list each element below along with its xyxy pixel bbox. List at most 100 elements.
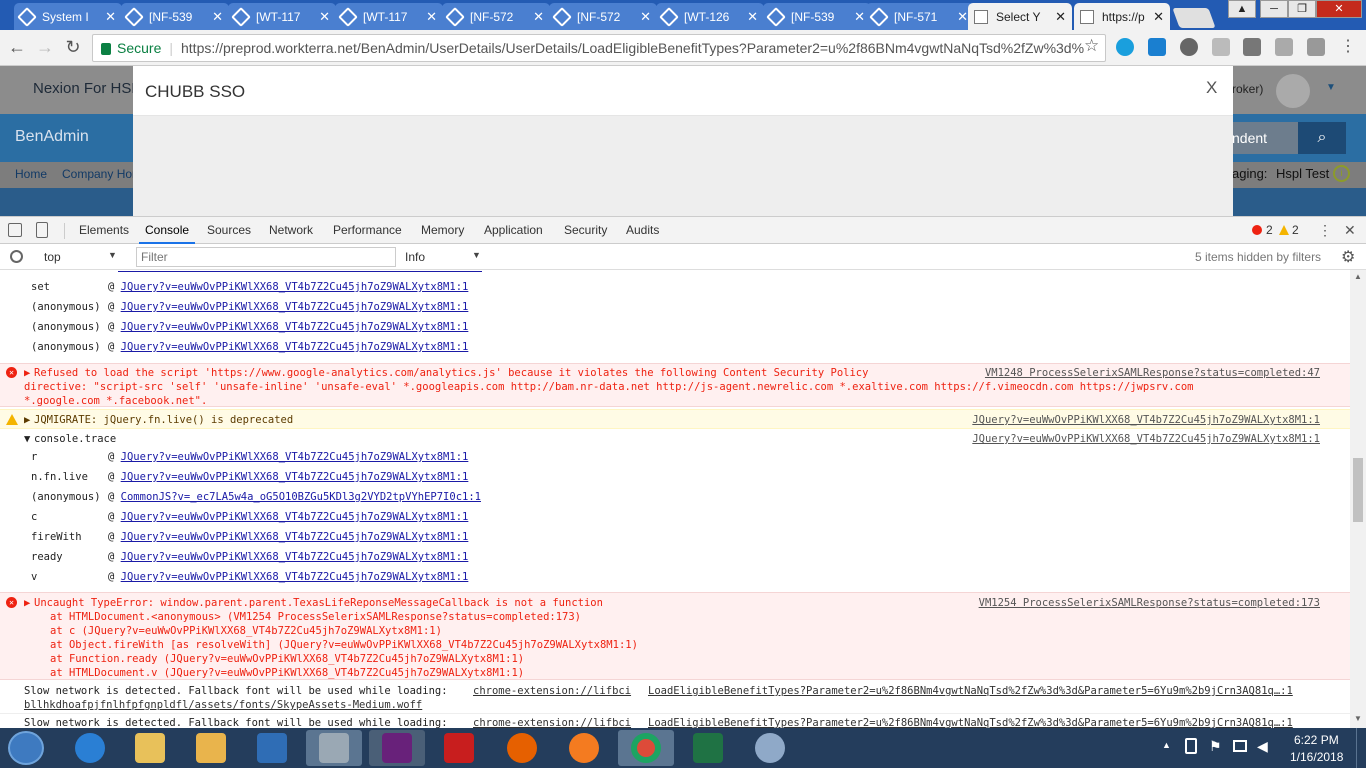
error-count[interactable]: 2 bbox=[1266, 223, 1273, 237]
volume-muted-icon[interactable]: ◀ bbox=[1257, 738, 1268, 755]
avatar[interactable] bbox=[1276, 74, 1310, 108]
modal-close-button[interactable]: X bbox=[1206, 78, 1217, 98]
source-link[interactable]: JQuery?v=euWwOvPPiKWlXX68_VT4b7Z2Cu45jh7… bbox=[121, 451, 469, 463]
tab-console[interactable]: Console bbox=[139, 217, 196, 244]
pdf-extension-icon[interactable] bbox=[1212, 38, 1230, 56]
explorer-taskbar-icon[interactable] bbox=[122, 730, 178, 766]
back-icon[interactable]: ← bbox=[6, 36, 28, 58]
source-link[interactable]: JQuery?v=euWwOvPPiKWlXX68_VT4b7Z2Cu45jh7… bbox=[121, 321, 469, 333]
level-select[interactable]: Info bbox=[405, 250, 425, 264]
device-toolbar-icon[interactable] bbox=[36, 222, 48, 238]
source-link[interactable]: JQuery?v=euWwOvPPiKWlXX68_VT4b7Z2Cu45jh7… bbox=[121, 281, 469, 293]
devtools-menu-icon[interactable]: ⋮ bbox=[1318, 222, 1332, 239]
scrollbar-thumb[interactable] bbox=[1353, 458, 1363, 522]
close-icon[interactable]: ✕ bbox=[319, 9, 330, 25]
expand-arrow-icon[interactable]: ▶ bbox=[24, 596, 30, 610]
tab-network[interactable]: Network bbox=[269, 217, 313, 244]
acrobat-taskbar-icon[interactable] bbox=[431, 730, 487, 766]
minimize-button[interactable]: ─ bbox=[1260, 0, 1288, 18]
show-desktop-button[interactable] bbox=[1356, 728, 1366, 768]
context-select[interactable]: top bbox=[44, 250, 61, 264]
search-icon[interactable]: ⌕ bbox=[1298, 122, 1346, 154]
clock-time[interactable]: 6:22 PM bbox=[1294, 733, 1339, 747]
user-icon[interactable]: ▲ bbox=[1228, 0, 1256, 18]
close-icon[interactable]: ✕ bbox=[1344, 222, 1356, 239]
skype-extension-icon[interactable] bbox=[1116, 38, 1134, 56]
chevron-down-icon[interactable]: ▼ bbox=[1326, 82, 1336, 93]
ie-taskbar-icon[interactable] bbox=[62, 730, 118, 766]
source-link[interactable]: JQuery?v=euWwOvPPiKWlXX68_VT4b7Z2Cu45jh7… bbox=[121, 301, 469, 313]
tray-expand-icon[interactable]: ▲ bbox=[1162, 740, 1171, 750]
extension-icon[interactable] bbox=[1243, 38, 1261, 56]
source-link[interactable]: JQuery?v=euWwOvPPiKWlXX68_VT4b7Z2Cu45jh7… bbox=[121, 341, 469, 353]
reload-icon[interactable]: ↻ bbox=[62, 36, 84, 58]
close-icon[interactable]: ✕ bbox=[212, 9, 223, 25]
info-icon[interactable]: i bbox=[1333, 165, 1350, 182]
tab-sources[interactable]: Sources bbox=[207, 217, 251, 244]
browser-tab-active[interactable]: Select Y ✕ bbox=[968, 3, 1072, 30]
device-tray-icon[interactable] bbox=[1185, 738, 1197, 754]
breadcrumb-company[interactable]: Company Hor bbox=[62, 167, 136, 181]
extension-icon[interactable] bbox=[1307, 38, 1325, 56]
browser-tab[interactable]: [WT-126 ✕ bbox=[656, 3, 764, 30]
close-icon[interactable]: ✕ bbox=[1153, 9, 1164, 25]
menu-kebab-icon[interactable]: ⋮ bbox=[1340, 36, 1356, 56]
extension-icon[interactable] bbox=[1275, 38, 1293, 56]
source-link[interactable]: JQuery?v=euWwOvPPiKWlXX68_VT4b7Z2Cu45jh7… bbox=[121, 471, 469, 483]
extension-icon[interactable] bbox=[1148, 38, 1166, 56]
close-icon[interactable]: ✕ bbox=[854, 9, 865, 25]
source-link[interactable]: JQuery?v=euWwOvPPiKWlXX68_VT4b7Z2Cu45jh7… bbox=[121, 511, 469, 523]
source-link[interactable]: JQuery?v=euWwOvPPiKWlXX68_VT4b7Z2Cu45jh7… bbox=[121, 551, 469, 563]
source-link[interactable]: CommonJS?v=_ec7LA5w4a_oG5O10BZGu5KDl3g2V… bbox=[121, 491, 481, 503]
warning-count[interactable]: 2 bbox=[1292, 223, 1299, 237]
error-source-link[interactable]: VM1248 ProcessSelerixSAMLResponse?status… bbox=[985, 366, 1320, 380]
forward-icon[interactable]: → bbox=[34, 36, 56, 58]
clock-date[interactable]: 1/16/2018 bbox=[1290, 750, 1343, 764]
firefox-taskbar-icon[interactable] bbox=[494, 730, 550, 766]
tab-audits[interactable]: Audits bbox=[626, 217, 659, 244]
close-window-button[interactable]: ✕ bbox=[1316, 0, 1362, 18]
chrome-taskbar-icon[interactable] bbox=[618, 730, 674, 766]
outlook-taskbar-icon[interactable] bbox=[183, 730, 239, 766]
media-player-taskbar-icon[interactable] bbox=[244, 730, 300, 766]
visual-studio-taskbar-icon[interactable] bbox=[369, 730, 425, 766]
filter-input[interactable] bbox=[136, 247, 396, 267]
maximize-button[interactable]: ❐ bbox=[1288, 0, 1316, 18]
bookmark-star-icon[interactable]: ☆ bbox=[1084, 36, 1099, 56]
breadcrumb-home[interactable]: Home bbox=[15, 167, 47, 181]
network-tray-icon[interactable] bbox=[1233, 740, 1247, 752]
new-tab-button[interactable] bbox=[1172, 8, 1216, 28]
extension-link[interactable]: chrome-extension://lifbci bbox=[473, 716, 631, 728]
firefox-alt-taskbar-icon[interactable] bbox=[556, 730, 612, 766]
flag-tray-icon[interactable]: ⚑ bbox=[1209, 738, 1222, 755]
paint-taskbar-icon[interactable] bbox=[742, 730, 798, 766]
close-icon[interactable]: ✕ bbox=[957, 9, 968, 25]
browser-tab[interactable]: [NF-571 ✕ bbox=[866, 3, 974, 30]
font-url-link[interactable]: bllhkdhoafpjfnlhfpfgnpldfl/assets/fonts/… bbox=[24, 698, 422, 712]
tab-performance[interactable]: Performance bbox=[333, 217, 402, 244]
scroll-down-icon[interactable]: ▼ bbox=[1354, 714, 1362, 723]
source-link[interactable]: JQuery?v=euWwOvPPiKWlXX68_VT4b7Z2Cu45jh7… bbox=[121, 571, 469, 583]
browser-tab[interactable]: [NF-539 ✕ bbox=[121, 3, 229, 30]
extension-icon[interactable] bbox=[1180, 38, 1198, 56]
console-scrollbar[interactable]: ▲ ▼ bbox=[1350, 270, 1366, 728]
inspect-icon[interactable] bbox=[8, 223, 22, 237]
collapse-arrow-icon[interactable]: ▼ bbox=[24, 429, 30, 449]
browser-tab[interactable]: [WT-117 ✕ bbox=[228, 3, 336, 30]
warning-source-link[interactable]: JQuery?v=euWwOvPPiKWlXX68_VT4b7Z2Cu45jh7… bbox=[972, 413, 1320, 427]
browser-tab[interactable]: [NF-572 ✕ bbox=[549, 3, 657, 30]
tools-taskbar-icon[interactable] bbox=[306, 730, 362, 766]
tab-application[interactable]: Application bbox=[484, 217, 543, 244]
close-icon[interactable]: ✕ bbox=[1055, 9, 1066, 25]
trace-source-link[interactable]: JQuery?v=euWwOvPPiKWlXX68_VT4b7Z2Cu45jh7… bbox=[972, 429, 1320, 449]
tab-elements[interactable]: Elements bbox=[79, 217, 129, 244]
browser-tab[interactable]: [NF-539 ✕ bbox=[763, 3, 871, 30]
close-icon[interactable]: ✕ bbox=[640, 9, 651, 25]
browser-tab[interactable]: System I ✕ bbox=[14, 3, 122, 30]
clear-console-icon[interactable] bbox=[10, 250, 23, 263]
nav-title[interactable]: BenAdmin bbox=[15, 128, 89, 146]
settings-gear-icon[interactable]: ⚙ bbox=[1341, 247, 1355, 267]
extension-link[interactable]: chrome-extension://lifbci bbox=[473, 684, 631, 698]
close-icon[interactable]: ✕ bbox=[426, 9, 437, 25]
close-icon[interactable]: ✕ bbox=[747, 9, 758, 25]
